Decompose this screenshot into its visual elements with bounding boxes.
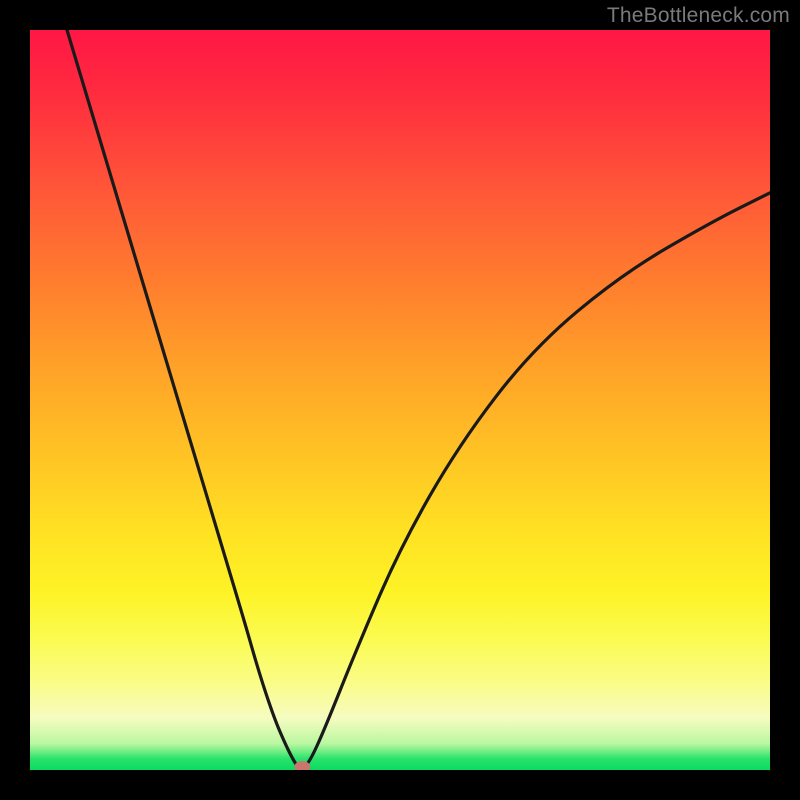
- plot-area: [30, 30, 770, 770]
- chart-frame: TheBottleneck.com: [0, 0, 800, 800]
- watermark-text: TheBottleneck.com: [607, 4, 790, 28]
- chart-svg: [30, 30, 770, 770]
- bottleneck-curve: [67, 30, 770, 769]
